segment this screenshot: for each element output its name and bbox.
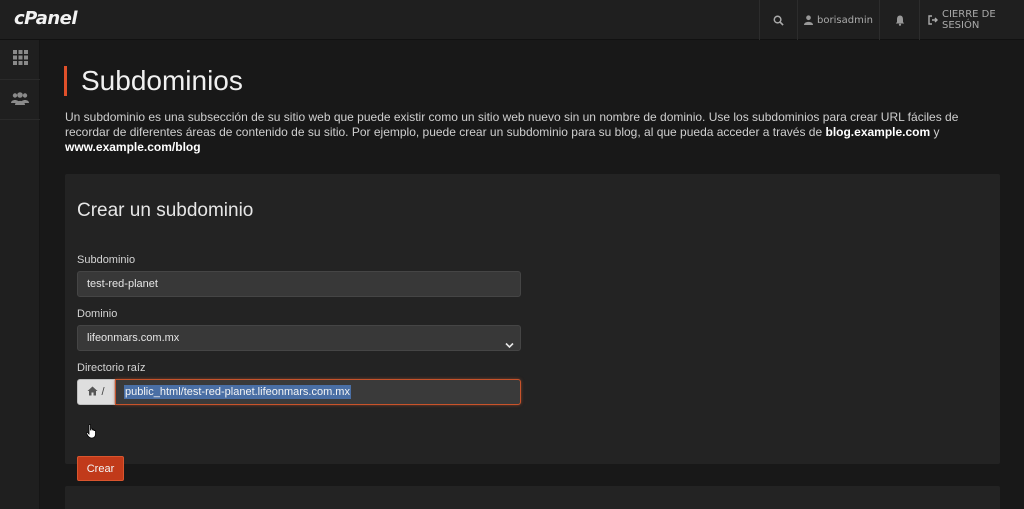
subdomain-input[interactable]: test-red-planet [77,271,521,297]
sidebar-item-users[interactable] [0,80,40,120]
sidebar-item-tools[interactable] [0,40,40,80]
user-menu[interactable]: borisadmin [797,0,879,40]
chevron-down-icon [505,334,514,358]
docroot-label: Directorio raíz [77,362,146,374]
docroot-slash: / [101,386,105,398]
user-name: borisadmin [817,14,873,26]
create-subdomain-panel: Crear un subdominio Subdominio test-red-… [65,174,1000,481]
search-button[interactable] [759,0,797,40]
left-sidebar [0,40,40,509]
docroot-value: public_html/test-red-planet.lifeonmars.c… [124,385,351,399]
main-content: Subdominios Un subdominio es una subsecc… [40,40,1024,509]
subdomains-list-panel [65,486,1000,509]
subdomain-label: Subdominio [77,254,136,266]
domain-select-value: lifeonmars.com.mx [87,332,180,344]
top-nav: borisadmin CIERRE DE SESIÓN [759,0,1024,40]
bell-icon [895,15,905,26]
domain-label: Dominio [77,308,118,320]
logout-button[interactable]: CIERRE DE SESIÓN [919,0,1024,40]
docroot-input[interactable]: public_html/test-red-planet.lifeonmars.c… [115,379,521,405]
hand-cursor-icon [85,424,97,443]
page-description: Un subdominio es una subsección de su si… [65,110,1005,155]
search-icon [773,15,784,26]
grid-icon [12,50,28,69]
create-button[interactable]: Crear [77,456,124,481]
panel-title: Crear un subdominio [77,200,254,221]
user-icon [804,15,814,25]
domain-select[interactable]: lifeonmars.com.mx [77,325,521,351]
top-bar: cPanel borisadmin CIERRE DE SESIÓN [0,0,1024,40]
logout-label: CIERRE DE SESIÓN [942,9,996,31]
logout-icon [928,15,938,25]
notifications-button[interactable] [879,0,919,40]
docroot-prefix: / [77,379,115,405]
cpanel-logo[interactable]: cPanel [14,8,78,29]
home-icon [87,386,98,399]
intro-and: y [930,125,940,139]
page-title: Subdominios [64,66,243,96]
users-icon [11,90,29,109]
intro-example-subdomain: blog.example.com [825,125,931,139]
intro-example-path: www.example.com/blog [65,140,201,154]
